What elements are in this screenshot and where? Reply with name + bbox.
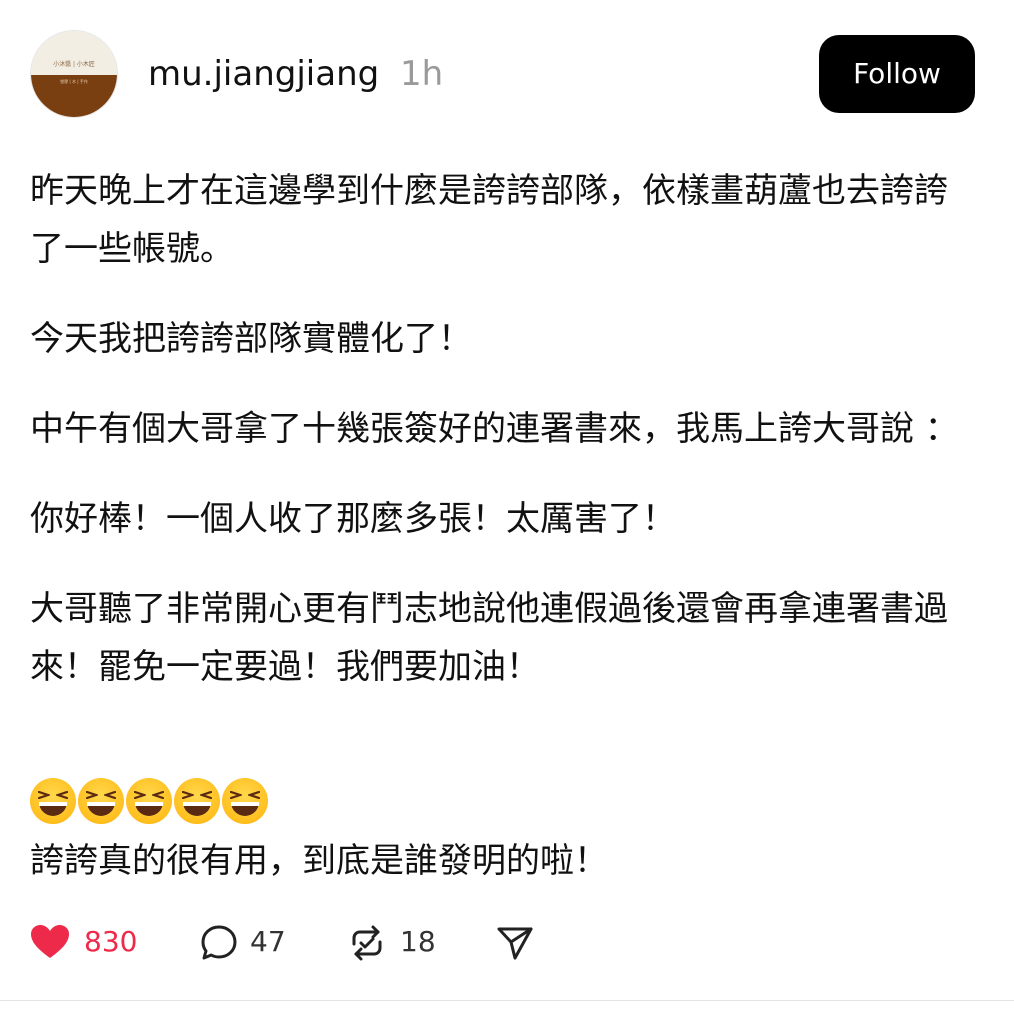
heart-icon (31, 925, 69, 958)
post-timestamp: 1h (400, 54, 444, 94)
post-last-line: 誇誇真的很有用，到底是誰發明的啦！ (30, 841, 608, 881)
repost-button[interactable]: 18 (348, 918, 458, 966)
avatar-caption-bottom: 塑膠 | 木 | 手作 (60, 79, 88, 84)
repost-icon (352, 925, 382, 961)
share-icon (497, 927, 533, 960)
grinning-squinting-face-icon (126, 778, 172, 824)
share-button[interactable] (496, 918, 536, 966)
comment-icon (201, 925, 237, 960)
post-body: 昨天晚上才在這邊學到什麼是誇誇部隊，依樣畫葫蘆也去誇誇了一些帳號。 今天我把誇誇… (30, 162, 960, 728)
avatar-top-band (31, 31, 117, 75)
post-paragraph: 你好棒！一個人收了那麼多張！太厲害了！ (30, 499, 676, 539)
grinning-squinting-face-icon (30, 778, 76, 824)
like-button[interactable]: 830 (30, 918, 150, 966)
post-paragraph: 中午有個大哥拿了十幾張簽好的連署書來，我馬上誇大哥說 ： (30, 409, 959, 449)
avatar-caption-top: 小沐醬 | 小木匠 (53, 61, 95, 68)
post-divider (0, 1000, 1014, 1001)
grinning-squinting-face-icon (174, 778, 220, 824)
grinning-squinting-face-icon (78, 778, 124, 824)
follow-button[interactable]: Follow (819, 35, 975, 113)
post-paragraph: 今天我把誇誇部隊實體化了！ (30, 319, 472, 359)
comment-button[interactable]: 47 (200, 918, 310, 966)
comment-count: 47 (250, 925, 286, 958)
avatar[interactable]: 小沐醬 | 小木匠 塑膠 | 木 | 手作 (30, 30, 118, 118)
post-header: 小沐醬 | 小木匠 塑膠 | 木 | 手作 mu.jiangjiang 1h F… (0, 0, 1014, 150)
like-count: 830 (84, 925, 138, 958)
post-paragraph: 大哥聽了非常開心更有鬥志地說他連假過後還會再拿連署書過來！罷免一定要過！我們要加… (30, 589, 948, 687)
username[interactable]: mu.jiangjiang (148, 52, 379, 96)
post-paragraph: 昨天晚上才在這邊學到什麼是誇誇部隊，依樣畫葫蘆也去誇誇了一些帳號。 (30, 171, 948, 269)
grinning-squinting-face-icon (222, 778, 268, 824)
repost-count: 18 (400, 925, 436, 958)
